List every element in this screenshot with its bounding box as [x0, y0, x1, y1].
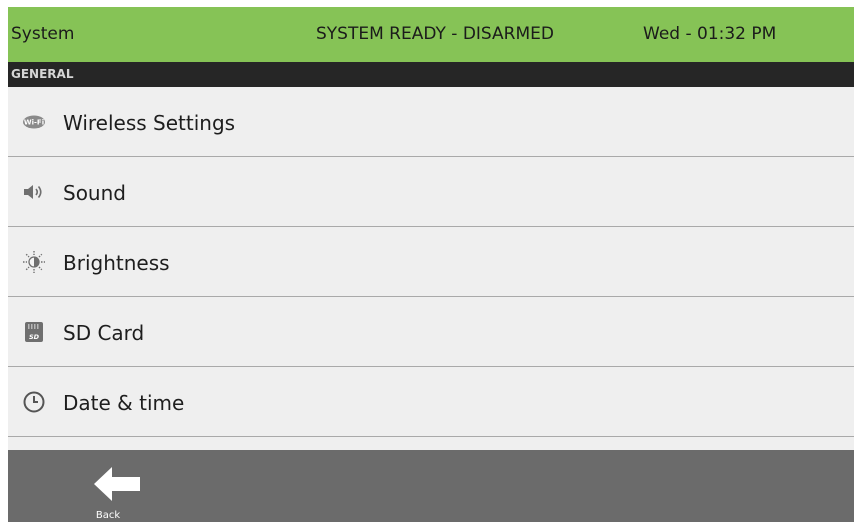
brightness-icon: [22, 250, 46, 274]
menu-item-label: Date & time: [63, 391, 185, 415]
menu-item-sd-card[interactable]: SD SD Card: [8, 297, 854, 367]
menu-item-sound[interactable]: Sound: [8, 157, 854, 227]
svg-text:SD: SD: [29, 333, 40, 341]
settings-menu: Wi-Fi Wireless Settings Sound Brightness…: [8, 87, 854, 449]
speaker-icon: [22, 180, 46, 204]
settings-screen: System SYSTEM READY - DISARMED Wed - 01:…: [8, 7, 854, 522]
menu-item-label: Sound: [63, 181, 126, 205]
section-header-general: GENERAL: [8, 62, 854, 87]
menu-item-label: SD Card: [63, 321, 145, 345]
svg-text:Wi-Fi: Wi-Fi: [24, 119, 44, 127]
back-arrow-icon: [94, 467, 140, 501]
system-status: SYSTEM READY - DISARMED: [316, 24, 554, 44]
back-button[interactable]: Back: [86, 467, 142, 522]
bottom-nav-bar: Back: [8, 450, 854, 522]
wifi-icon: Wi-Fi: [22, 110, 46, 134]
menu-item-label: Wireless Settings: [63, 111, 236, 135]
clock-icon: [22, 390, 46, 414]
sd-card-icon: SD: [22, 320, 46, 344]
date-time: Wed - 01:32 PM: [643, 24, 777, 44]
menu-item-wireless-settings[interactable]: Wi-Fi Wireless Settings: [8, 87, 854, 157]
menu-item-label: Brightness: [63, 251, 170, 275]
menu-item-date-time[interactable]: Date & time: [8, 367, 854, 437]
back-label: Back: [95, 510, 121, 521]
screen-title: System: [11, 24, 75, 44]
menu-item-brightness[interactable]: Brightness: [8, 227, 854, 297]
status-bar: System SYSTEM READY - DISARMED Wed - 01:…: [8, 7, 854, 62]
